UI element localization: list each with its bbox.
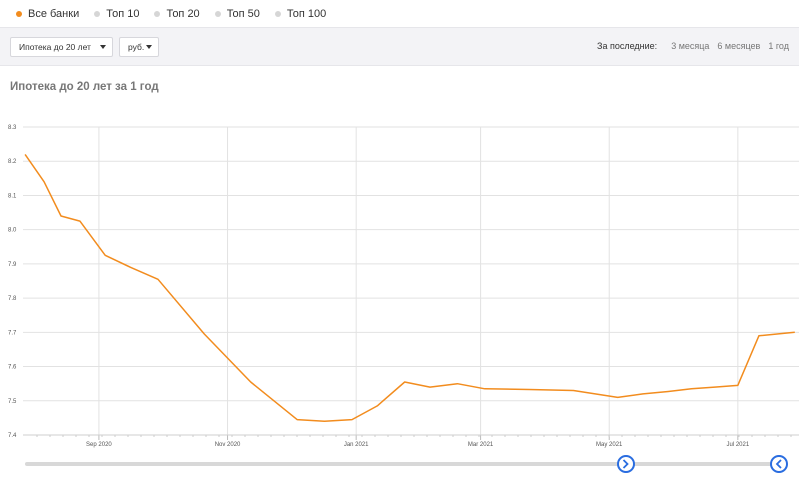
chevron-down-icon <box>146 45 152 49</box>
period-option-1y[interactable]: 1 год <box>768 41 789 51</box>
tab-label: Топ 50 <box>226 7 260 20</box>
x-tick-label: May 2021 <box>596 442 623 448</box>
filter-bar: Ипотека до 20 лет руб. За последние: 3 м… <box>0 27 799 66</box>
x-tick-label: Jul 2021 <box>727 442 750 448</box>
y-tick-label: 7.8 <box>8 296 17 302</box>
tab-4[interactable]: Топ 100 <box>274 7 327 20</box>
chevron-down-icon <box>100 45 106 49</box>
tab-dot-icon <box>154 10 161 17</box>
tab-dot-icon <box>16 10 22 17</box>
tab-3[interactable]: Топ 50 <box>214 7 260 20</box>
period-option-3m[interactable]: 3 месяца <box>671 41 709 51</box>
period-label: За последние: <box>597 41 658 51</box>
currency-select-value: руб. <box>128 42 145 52</box>
tab-dot-icon <box>94 10 101 17</box>
tab-label: Все банки <box>28 7 80 20</box>
range-handle-left[interactable] <box>770 455 788 473</box>
product-select-value: Ипотека до 20 лет <box>19 42 91 52</box>
tab-1[interactable]: Топ 10 <box>94 8 139 20</box>
y-tick-label: 7.7 <box>8 330 17 336</box>
range-track <box>25 462 777 466</box>
tab-dot-icon <box>274 10 281 17</box>
x-tick-label: Jan 2021 <box>344 442 369 448</box>
chart-title: Ипотека до 20 лет за 1 год <box>10 81 159 93</box>
y-tick-label: 7.6 <box>8 365 17 371</box>
tab-label: Топ 10 <box>106 7 140 20</box>
y-tick-label: 8.2 <box>8 159 17 165</box>
tab-dot-icon <box>214 10 221 17</box>
y-tick-label: 8.1 <box>8 193 17 199</box>
tab-0[interactable]: Все банки <box>16 8 79 20</box>
y-tick-label: 7.5 <box>8 399 17 405</box>
group-tabs: Все банки Топ 10 Топ 20 Топ 50 Топ 100 <box>0 0 799 27</box>
y-tick-label: 8.0 <box>8 228 17 234</box>
y-tick-label: 7.4 <box>8 433 17 439</box>
x-tick-label: Mar 2021 <box>468 442 494 448</box>
tab-2[interactable]: Топ 20 <box>154 7 200 20</box>
x-tick-label: Nov 2020 <box>215 442 241 448</box>
series-line <box>24 153 795 423</box>
period-selector: За последние: 3 месяца 6 месяцев 1 год <box>597 41 789 51</box>
y-tick-label: 8.3 <box>8 125 17 131</box>
currency-select[interactable]: руб. <box>119 37 159 57</box>
range-handle-right[interactable] <box>617 455 635 473</box>
period-option-6m[interactable]: 6 месяцев <box>717 41 760 51</box>
tab-label: Топ 20 <box>166 7 200 20</box>
x-tick-label: Sep 2020 <box>86 442 112 448</box>
y-tick-label: 7.9 <box>8 262 17 268</box>
tab-label: Топ 100 <box>286 7 327 20</box>
product-select[interactable]: Ипотека до 20 лет <box>10 37 113 57</box>
rate-chart: 7.4 7.5 7.6 7.7 7.8 7.9 8.0 8.1 8.2 8.3 Sep 2020 No… <box>8 125 799 473</box>
